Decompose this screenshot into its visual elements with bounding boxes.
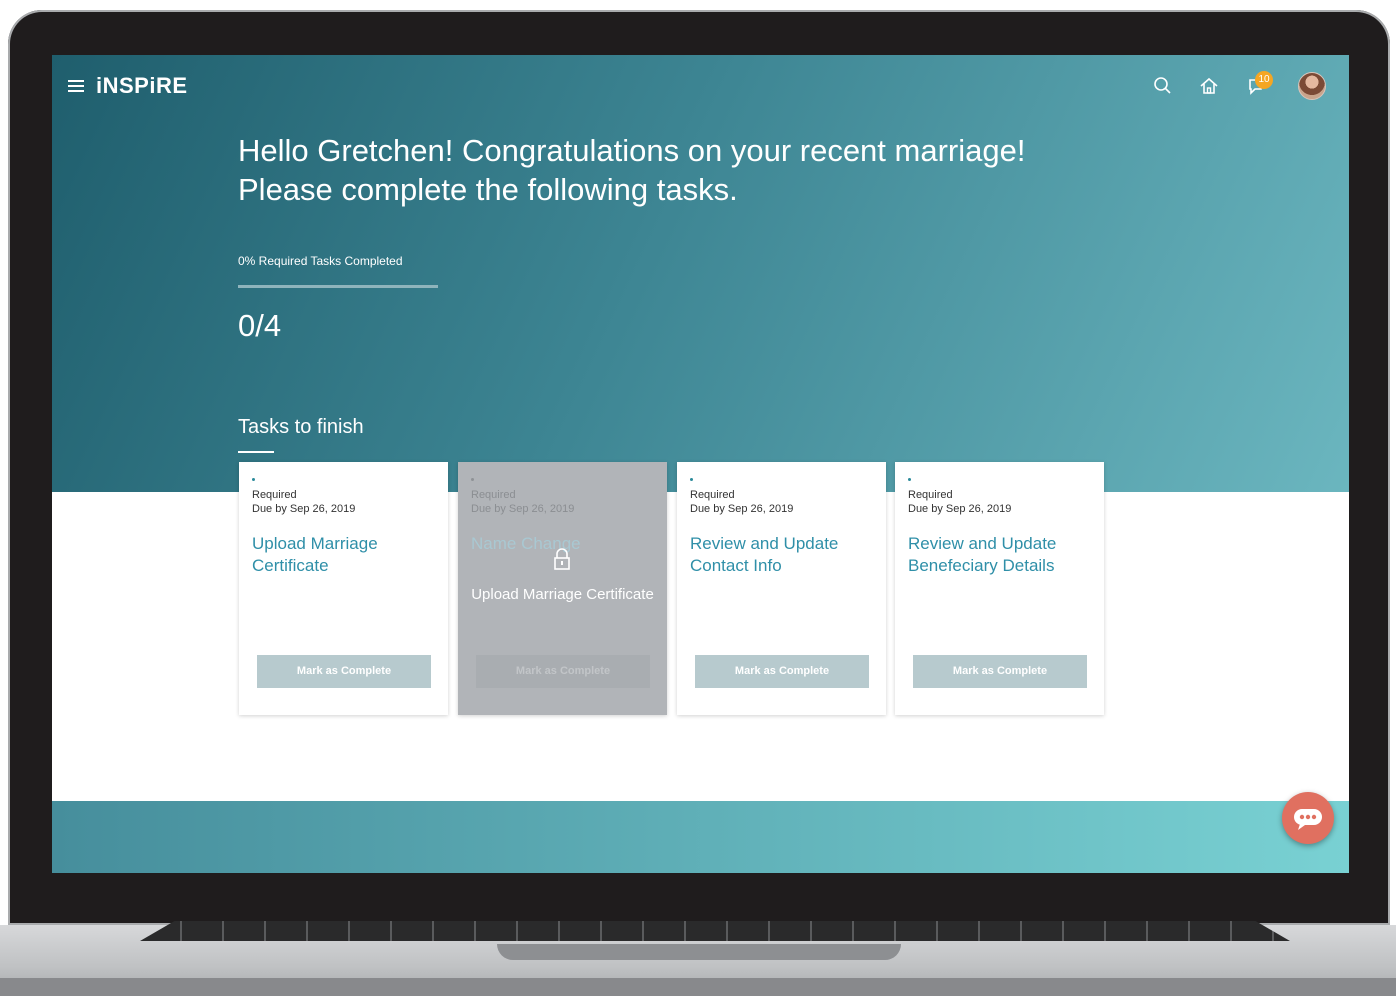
lock-icon [554, 548, 570, 570]
progress-label: 0% Required Tasks Completed [238, 254, 403, 268]
task-title-link[interactable]: Review and Update Contact Info [690, 533, 870, 577]
top-bar: iNSPiRE 10 [52, 55, 1349, 117]
required-label: Required [252, 489, 297, 501]
chat-button[interactable] [1282, 792, 1334, 844]
due-date: Due by Sep 26, 2019 [908, 503, 1012, 515]
section-underline [238, 451, 274, 453]
mark-complete-button: Mark as Complete [476, 655, 650, 688]
progress-track [238, 285, 438, 288]
app-screen: iNSPiRE 10 Hello Gretchen! Congratulatio… [52, 55, 1349, 873]
mark-complete-button[interactable]: Mark as Complete [257, 655, 431, 688]
footer-band [52, 801, 1349, 873]
required-dot [252, 478, 255, 481]
home-icon[interactable] [1198, 75, 1220, 97]
task-title-link[interactable]: Upload Marriage Certificate [252, 533, 432, 577]
task-card[interactable]: Required Due by Sep 26, 2019 Review and … [677, 462, 886, 715]
required-dot [908, 478, 911, 481]
required-label: Required [908, 489, 953, 501]
laptop-base-edge [0, 978, 1396, 996]
task-card-locked: Required Due by Sep 26, 2019 Name Change… [458, 462, 667, 715]
required-label: Required [471, 489, 516, 501]
required-label: Required [690, 489, 735, 501]
task-count: 0/4 [238, 308, 282, 343]
due-date: Due by Sep 26, 2019 [252, 503, 356, 515]
due-date: Due by Sep 26, 2019 [471, 503, 575, 515]
keyboard [140, 921, 1290, 941]
greeting-heading: Hello Gretchen! Congratulations on your … [238, 133, 1026, 207]
trackpad-notch [497, 944, 901, 960]
locked-dependency-text: Upload Marriage Certificate [471, 586, 654, 603]
chat-icon [1294, 809, 1322, 830]
mark-complete-button[interactable]: Mark as Complete [695, 655, 869, 688]
due-date: Due by Sep 26, 2019 [690, 503, 794, 515]
mark-complete-button[interactable]: Mark as Complete [913, 655, 1087, 688]
avatar[interactable] [1298, 72, 1326, 100]
task-card[interactable]: Required Due by Sep 26, 2019 Upload Marr… [239, 462, 448, 715]
menu-icon[interactable] [68, 80, 84, 92]
task-card[interactable]: Required Due by Sep 26, 2019 Review and … [895, 462, 1104, 715]
search-icon[interactable] [1152, 75, 1174, 97]
section-title: Tasks to finish [238, 416, 364, 438]
brand-logo[interactable]: iNSPiRE [96, 73, 188, 99]
required-dot [690, 478, 693, 481]
task-title-link[interactable]: Review and Update Benefeciary Details [908, 533, 1088, 577]
required-dot [471, 478, 474, 481]
notification-badge: 10 [1255, 71, 1273, 89]
